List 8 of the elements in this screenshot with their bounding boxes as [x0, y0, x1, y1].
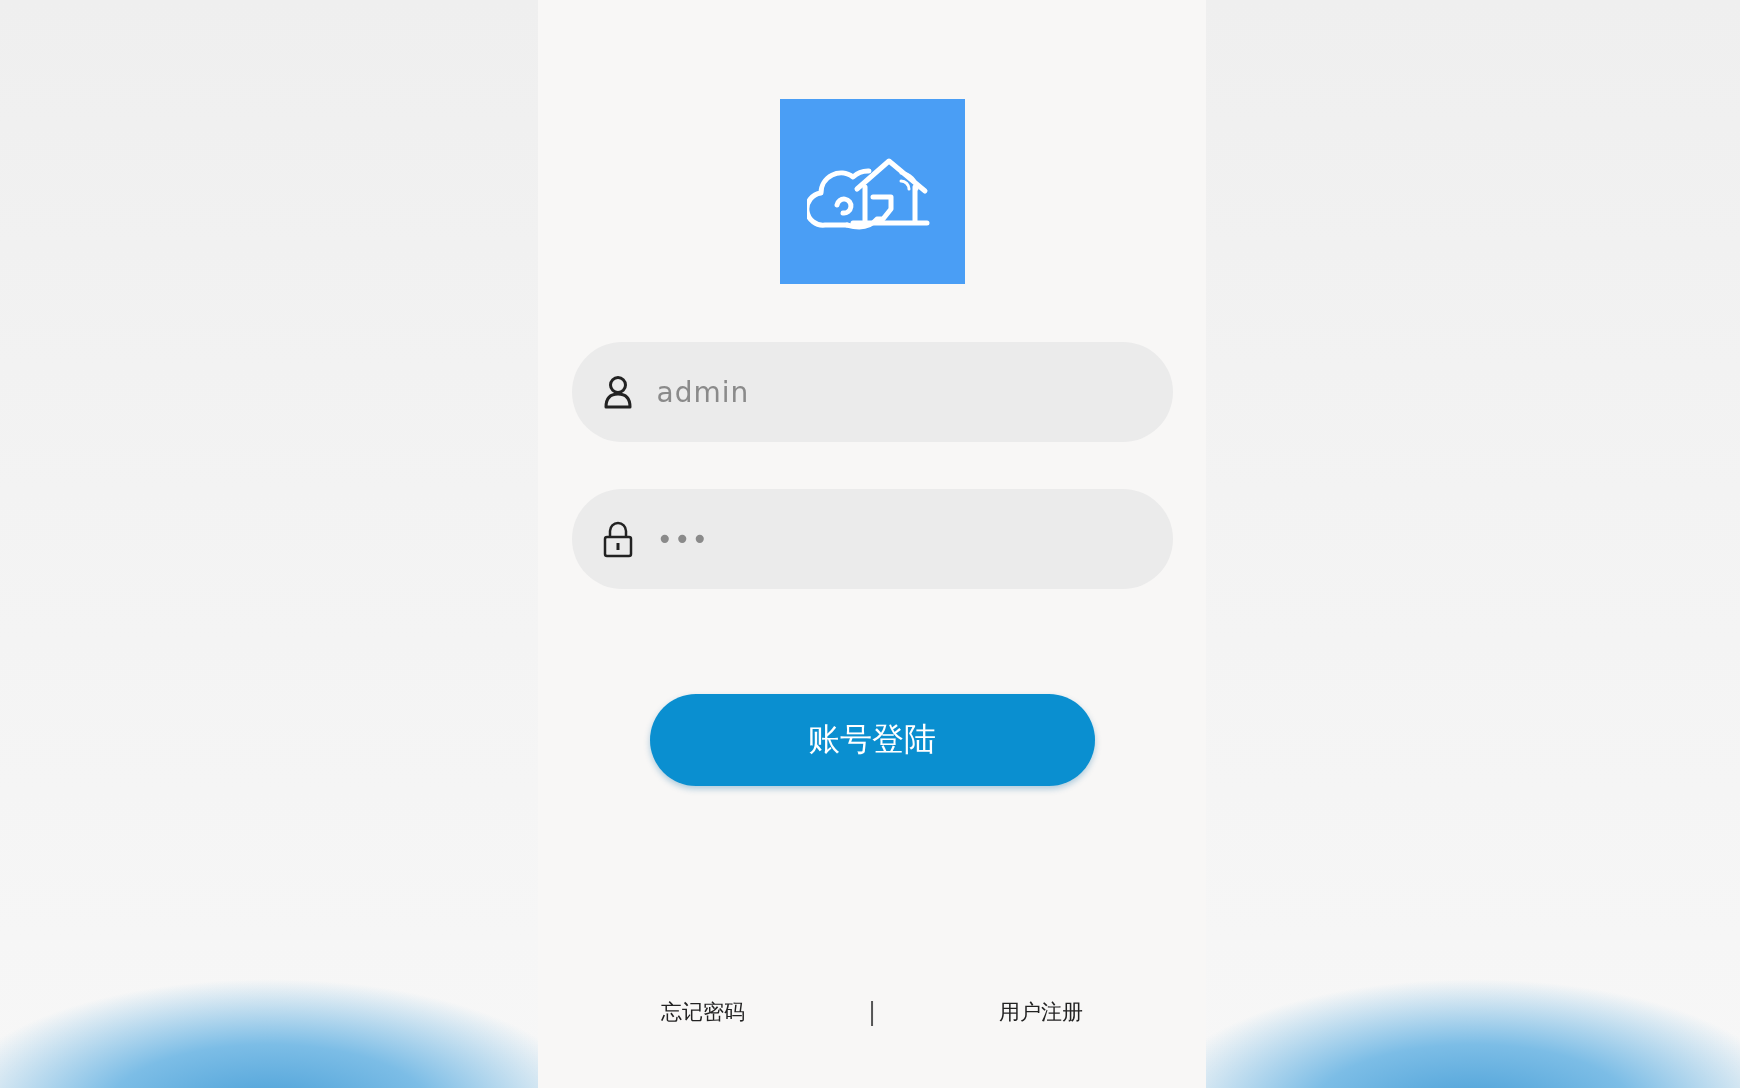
lock-icon	[602, 520, 633, 558]
login-button[interactable]: 账号登陆	[649, 694, 1095, 786]
link-separator: |	[867, 998, 877, 1026]
username-field[interactable]: admin	[571, 342, 1173, 442]
password-field[interactable]: •••	[571, 489, 1173, 589]
user-icon	[602, 375, 633, 409]
register-link[interactable]: 用户注册	[999, 998, 1083, 1026]
forgot-password-link[interactable]: 忘记密码	[660, 998, 745, 1026]
